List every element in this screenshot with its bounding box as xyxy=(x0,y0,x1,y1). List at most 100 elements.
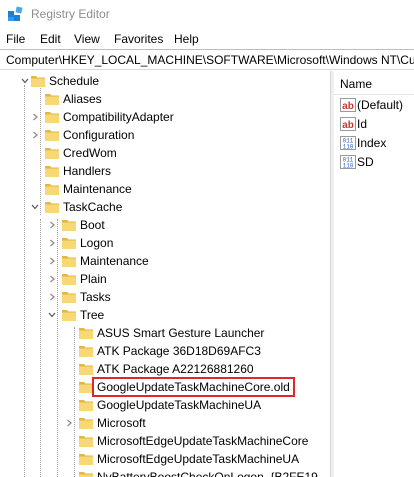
tree-item[interactable]: MicrosoftEdgeUpdateTaskMachineUA xyxy=(0,450,330,468)
address-path[interactable]: Computer\HKEY_LOCAL_MACHINE\SOFTWARE\Mic… xyxy=(6,53,414,67)
folder-icon xyxy=(61,289,77,305)
folder-icon xyxy=(78,451,94,467)
tree-item-label[interactable]: Aliases xyxy=(61,92,104,106)
svg-text:ab: ab xyxy=(342,120,354,131)
tree-item-label[interactable]: ATK Package 36D18D69AFC3 xyxy=(95,344,263,358)
folder-icon xyxy=(61,307,77,323)
folder-icon xyxy=(44,181,60,197)
value-row[interactable]: ab (Default) xyxy=(334,96,414,114)
value-name: Id xyxy=(357,117,368,131)
tree-item[interactable]: CompatibilityAdapter xyxy=(0,108,330,126)
svg-text:110: 110 xyxy=(343,144,354,151)
value-row[interactable]: ab Id xyxy=(334,115,414,133)
tree-item-label[interactable]: Plain xyxy=(78,272,109,286)
address-bar[interactable]: Computer\HKEY_LOCAL_MACHINE\SOFTWARE\Mic… xyxy=(0,49,414,70)
chevron-down-icon[interactable] xyxy=(20,72,30,90)
tree-item[interactable]: Tree xyxy=(0,306,330,324)
values-list-pane[interactable]: Name ab (Default) ab Id 011 110 Index 011 110 SD xyxy=(334,71,414,477)
svg-text:ab: ab xyxy=(342,101,354,112)
folder-icon xyxy=(78,469,94,477)
value-row[interactable]: 011 110 SD xyxy=(334,153,414,171)
chevron-right-icon[interactable] xyxy=(47,270,57,288)
menu-file[interactable]: File xyxy=(6,32,25,46)
binary-value-icon: 011 110 xyxy=(340,154,356,170)
tree-item-label[interactable]: Schedule xyxy=(47,74,101,88)
tree-item-label[interactable]: MicrosoftEdgeUpdateTaskMachineCore xyxy=(95,434,310,448)
folder-icon xyxy=(78,343,94,359)
tree-item-label[interactable]: Tree xyxy=(78,308,106,322)
tree-item[interactable]: CredWom xyxy=(0,144,330,162)
tree-item-label[interactable]: Maintenance xyxy=(61,182,134,196)
tree-item[interactable]: TaskCache xyxy=(0,198,330,216)
folder-icon xyxy=(78,361,94,377)
folder-icon xyxy=(78,433,94,449)
menu-help[interactable]: Help xyxy=(174,32,199,46)
tree-item[interactable]: Tasks xyxy=(0,288,330,306)
tree-item[interactable]: ATK Package A22126881260 xyxy=(0,360,330,378)
chevron-right-icon[interactable] xyxy=(30,126,40,144)
tree-item[interactable]: Maintenance xyxy=(0,252,330,270)
key-tree-pane[interactable]: Schedule Aliases CompatibilityAdapter Confi… xyxy=(0,71,330,477)
chevron-down-icon[interactable] xyxy=(47,306,57,324)
tree-item[interactable]: NvBatteryBoostCheckOnLogon_{B2FE19 xyxy=(0,468,330,477)
tree-item-label[interactable]: Configuration xyxy=(61,128,136,142)
tree-item[interactable]: Microsoft xyxy=(0,414,330,432)
tree-item[interactable]: Maintenance xyxy=(0,180,330,198)
chevron-right-icon[interactable] xyxy=(64,414,74,432)
chevron-right-icon[interactable] xyxy=(47,252,57,270)
string-value-icon: ab xyxy=(340,97,356,113)
folder-icon xyxy=(78,379,94,395)
tree-item[interactable]: Boot xyxy=(0,216,330,234)
column-header-name[interactable]: Name xyxy=(334,71,414,95)
tree-item-label[interactable]: CredWom xyxy=(61,146,119,160)
tree-item-label[interactable]: ATK Package A22126881260 xyxy=(95,362,256,376)
tree-item[interactable]: ATK Package 36D18D69AFC3 xyxy=(0,342,330,360)
title-bar: Registry Editor xyxy=(0,0,414,28)
tree-item-label[interactable]: Logon xyxy=(78,236,115,250)
menu-edit[interactable]: Edit xyxy=(40,32,61,46)
tree-item[interactable]: ASUS Smart Gesture Launcher xyxy=(0,324,330,342)
chevron-right-icon[interactable] xyxy=(30,108,40,126)
value-name: (Default) xyxy=(357,98,404,112)
tree-item-label[interactable]: TaskCache xyxy=(61,200,124,214)
folder-icon xyxy=(78,325,94,341)
folder-icon xyxy=(44,127,60,143)
tree-item-label[interactable]: GoogleUpdateTaskMachineUA xyxy=(95,398,263,412)
tree-item-label[interactable]: NvBatteryBoostCheckOnLogon_{B2FE19 xyxy=(95,470,320,477)
tree-item-label[interactable]: Tasks xyxy=(78,290,113,304)
tree-item[interactable]: Logon xyxy=(0,234,330,252)
folder-icon xyxy=(44,109,60,125)
menu-favorites[interactable]: Favorites xyxy=(114,32,163,46)
tree-item-label[interactable]: Microsoft xyxy=(95,416,148,430)
folder-icon xyxy=(61,235,77,251)
chevron-down-icon[interactable] xyxy=(30,198,40,216)
menu-view[interactable]: View xyxy=(74,32,100,46)
window-title: Registry Editor xyxy=(31,7,110,21)
tree-item[interactable]: Configuration xyxy=(0,126,330,144)
tree-item[interactable]: Schedule xyxy=(0,72,330,90)
tree-item[interactable]: GoogleUpdateTaskMachineUA xyxy=(0,396,330,414)
tree-item-label[interactable]: Boot xyxy=(78,218,107,232)
tree-item[interactable]: Handlers xyxy=(0,162,330,180)
tree-item-label[interactable]: Maintenance xyxy=(78,254,151,268)
tree-item[interactable]: MicrosoftEdgeUpdateTaskMachineCore xyxy=(0,432,330,450)
registry-editor-icon xyxy=(7,6,23,22)
value-row[interactable]: 011 110 Index xyxy=(334,134,414,152)
tree-item-label[interactable]: CompatibilityAdapter xyxy=(61,110,176,124)
tree-item[interactable]: Aliases xyxy=(0,90,330,108)
folder-icon xyxy=(30,73,46,89)
folder-icon xyxy=(61,217,77,233)
folder-icon xyxy=(78,397,94,413)
tree-item-label[interactable]: Handlers xyxy=(61,164,113,178)
tree-item[interactable]: Plain xyxy=(0,270,330,288)
chevron-right-icon[interactable] xyxy=(47,216,57,234)
tree-item[interactable]: GoogleUpdateTaskMachineCore.old xyxy=(0,377,330,397)
chevron-right-icon[interactable] xyxy=(47,234,57,252)
folder-icon xyxy=(78,415,94,431)
tree-item-label[interactable]: ASUS Smart Gesture Launcher xyxy=(95,326,266,340)
tree-item-label-selected[interactable]: GoogleUpdateTaskMachineCore.old xyxy=(92,377,295,397)
chevron-right-icon[interactable] xyxy=(47,288,57,306)
folder-icon xyxy=(44,163,60,179)
folder-icon xyxy=(44,91,60,107)
tree-item-label[interactable]: MicrosoftEdgeUpdateTaskMachineUA xyxy=(95,452,301,466)
